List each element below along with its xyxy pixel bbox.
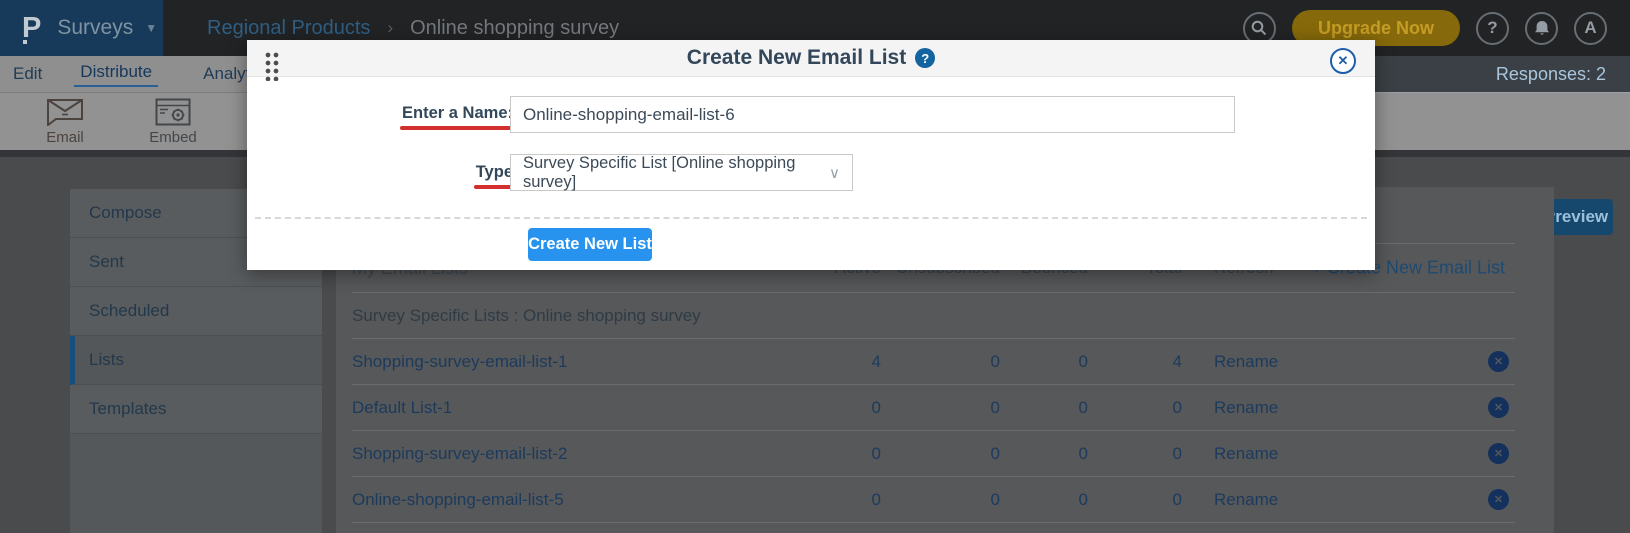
total-count: 0 [1088,444,1182,464]
modal-footer-divider [255,217,1367,219]
rename-link[interactable]: Rename [1182,490,1482,510]
email-lists-table: My Email Lists Active Unsubscribed Bounc… [352,243,1515,523]
list-name-link[interactable]: Shopping-survey-email-list-1 [352,352,771,372]
search-icon [1251,20,1267,36]
table-row: Shopping-survey-email-list-2 0 0 0 0 Ren… [352,431,1515,477]
total-count: 4 [1088,352,1182,372]
email-envelope-icon [46,98,84,126]
help-icon[interactable]: ? [915,48,935,68]
questionpro-logo: P [22,14,41,43]
sidebar-item-label: Lists [89,350,124,370]
rename-link[interactable]: Rename [1182,444,1482,464]
rename-link[interactable]: Rename [1182,352,1482,372]
delete-list-icon[interactable]: ✕ [1488,443,1509,464]
sidebar-item-label: Scheduled [89,301,169,321]
table-group-header: Survey Specific Lists : Online shopping … [352,293,1515,339]
modal-title: Create New Email List [687,46,906,70]
type-field-label: Type [476,163,513,182]
sidebar-item-label: Sent [89,252,124,272]
delete-list-icon[interactable]: ✕ [1488,351,1509,372]
tool-embed[interactable]: Embed [138,98,208,146]
active-count: 4 [771,352,881,372]
rename-link[interactable]: Rename [1182,398,1482,418]
bounced-count: 0 [1000,444,1088,464]
sidebar-item-label: Compose [89,203,162,223]
delete-list-icon[interactable]: ✕ [1488,397,1509,418]
table-row: Default List-1 0 0 0 0 Rename ✕ [352,385,1515,431]
create-email-list-modal: Create New Email List ? ✕ Enter a Name: … [247,40,1375,270]
chevron-down-icon: ∨ [829,164,840,182]
active-count: 0 [771,444,881,464]
app-screen: P Surveys ▼ Regional Products › Online s… [0,0,1630,533]
name-field-label: Enter a Name: [402,104,513,123]
active-count: 0 [771,398,881,418]
list-type-select[interactable]: Survey Specific List [Online shopping su… [510,154,853,191]
drag-handle-icon[interactable] [264,51,279,81]
list-type-selected-value: Survey Specific List [Online shopping su… [523,154,819,192]
breadcrumb: Regional Products › Online shopping surv… [207,17,619,40]
bounced-count: 0 [1000,490,1088,510]
notifications-button[interactable] [1525,12,1558,45]
close-icon[interactable]: ✕ [1330,48,1356,74]
bounced-count: 0 [1000,352,1088,372]
sidebar-item-lists[interactable]: Lists [70,336,322,385]
embed-window-icon [155,98,191,126]
logo-dot [23,40,27,44]
product-switcher[interactable]: P Surveys ▼ [0,0,163,56]
list-name-input[interactable] [510,96,1235,133]
total-count: 0 [1088,490,1182,510]
question-mark-icon: ? [1487,18,1497,38]
unsubscribed-count: 0 [881,490,1000,510]
tool-embed-label: Embed [149,129,197,146]
table-row: Online-shopping-email-list-5 0 0 0 0 Ren… [352,477,1515,523]
unsubscribed-count: 0 [881,352,1000,372]
breadcrumb-separator: › [387,18,393,38]
active-count: 0 [771,490,881,510]
avatar-initial: A [1584,18,1596,38]
list-name-link[interactable]: Shopping-survey-email-list-2 [352,444,771,464]
avatar[interactable]: A [1574,12,1607,45]
create-new-list-button[interactable]: Create New List [528,228,652,261]
tool-email-label: Email [46,129,84,146]
list-name-link[interactable]: Online-shopping-email-list-5 [352,490,771,510]
help-button[interactable]: ? [1476,12,1509,45]
chevron-down-icon: ▼ [145,21,157,35]
tool-email[interactable]: Email [30,98,100,146]
delete-list-icon[interactable]: ✕ [1488,489,1509,510]
sidebar-item-scheduled[interactable]: Scheduled [70,287,322,336]
list-name-link[interactable]: Default List-1 [352,398,771,418]
sidebar-item-templates[interactable]: Templates [70,385,322,434]
total-count: 0 [1088,398,1182,418]
table-row: Shopping-survey-email-list-1 4 0 0 4 Ren… [352,339,1515,385]
tab-edit[interactable]: Edit [13,64,42,84]
responses-counter: Responses: 2 [1370,56,1630,93]
toolbar-tools: Email Embed [30,98,208,146]
bounced-count: 0 [1000,398,1088,418]
tab-distribute[interactable]: Distribute [74,62,158,87]
bell-icon [1534,21,1550,36]
sidebar-item-label: Templates [89,399,166,419]
breadcrumb-folder-link[interactable]: Regional Products [207,17,370,40]
responses-label: Responses: 2 [1496,64,1606,85]
unsubscribed-count: 0 [881,444,1000,464]
modal-header: Create New Email List ? [247,40,1375,77]
unsubscribed-count: 0 [881,398,1000,418]
product-name: Surveys [57,16,133,40]
group-header-label: Survey Specific Lists : Online shopping … [352,306,701,326]
breadcrumb-current-survey: Online shopping survey [410,17,619,40]
